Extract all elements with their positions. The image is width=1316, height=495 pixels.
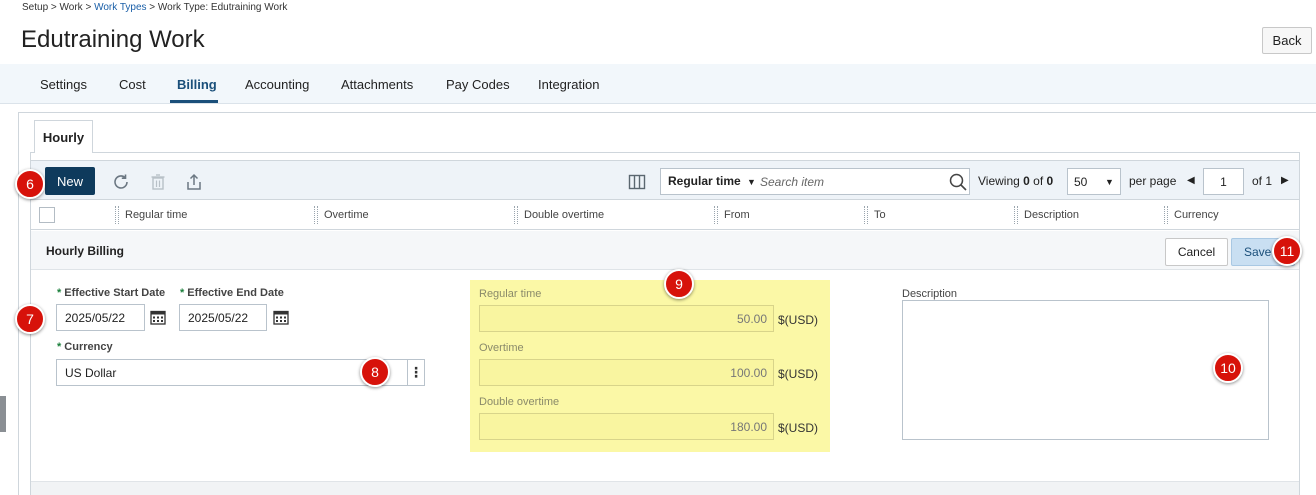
prev-page-icon[interactable]: ◀ [1187, 175, 1195, 186]
regular-time-input[interactable]: 50.00 [479, 305, 774, 332]
viewing-of: of [1029, 174, 1047, 188]
viewing-current: 0 [1023, 174, 1030, 188]
total-pages: of 1 [1252, 174, 1273, 188]
effective-start-label-text: Effective Start Date [64, 287, 166, 299]
columns-icon[interactable] [625, 170, 649, 194]
effective-end-input[interactable]: 2025/05/22 [179, 304, 267, 331]
panel-footer [31, 481, 1299, 495]
delete-icon[interactable] [146, 170, 170, 194]
effective-start-label: * Effective Start Date [57, 287, 165, 299]
column-label: To [874, 209, 886, 221]
column-header-currency[interactable]: Currency [1164, 200, 1219, 230]
double-overtime-unit: $(USD) [778, 421, 819, 435]
viewing-total: 0 [1046, 174, 1054, 188]
required-indicator: * [57, 287, 62, 299]
column-label: Description [1024, 209, 1080, 221]
tab-pay-codes[interactable]: Pay Codes [446, 64, 510, 104]
calendar-icon[interactable] [150, 309, 166, 325]
column-label: Regular time [125, 209, 188, 221]
column-header-to[interactable]: To [864, 200, 886, 230]
search-filter-label: Regular time [668, 174, 741, 188]
form-title: Hourly Billing [46, 244, 124, 258]
tab-accounting[interactable]: Accounting [245, 64, 309, 104]
back-button[interactable]: Back [1262, 27, 1312, 54]
select-all-checkbox[interactable] [39, 207, 55, 223]
required-indicator: * [180, 287, 185, 299]
search-input[interactable]: Search item [760, 175, 824, 189]
breadcrumb-link-work-types[interactable]: Work Types [94, 2, 146, 13]
column-grip[interactable] [1014, 206, 1018, 224]
double-overtime-label: Double overtime [479, 396, 560, 408]
column-grip[interactable] [314, 206, 318, 224]
column-label: Currency [1174, 209, 1219, 221]
search-icon[interactable] [946, 170, 970, 194]
per-page-select[interactable]: 50 ▼ [1067, 168, 1121, 195]
breadcrumb: Setup > Work > Work Types > Work Type: E… [22, 2, 287, 13]
overtime-unit: $(USD) [778, 367, 819, 381]
subtab-hourly[interactable]: Hourly [34, 120, 93, 153]
effective-end-label: * Effective End Date [180, 287, 284, 299]
grid-header [31, 200, 1299, 230]
tab-billing[interactable]: Billing [177, 64, 217, 104]
more-options-icon[interactable]: ⋮ [408, 359, 425, 386]
annotation-marker-11: 11 [1272, 236, 1302, 266]
export-icon[interactable] [182, 170, 206, 194]
column-grip[interactable] [514, 206, 518, 224]
column-grip[interactable] [714, 206, 718, 224]
refresh-icon[interactable] [109, 170, 133, 194]
description-label: Description [902, 288, 958, 300]
page-title: Edutraining Work [21, 26, 205, 53]
next-page-icon[interactable]: ▶ [1281, 175, 1289, 186]
viewing-prefix: Viewing [978, 174, 1024, 188]
per-page-label: per page [1129, 174, 1177, 188]
caret-down-icon: ▼ [1105, 177, 1114, 187]
search-filter-dropdown[interactable]: Regular time ▼ [668, 174, 756, 188]
required-indicator: * [57, 341, 62, 353]
tab-cost[interactable]: Cost [119, 64, 146, 104]
column-header-description[interactable]: Description [1014, 200, 1079, 230]
column-grip[interactable] [115, 206, 119, 224]
active-tab-indicator [170, 100, 218, 103]
overtime-label: Overtime [479, 342, 524, 354]
viewing-count: Viewing 0 of 0 [978, 174, 1053, 188]
new-button[interactable]: New [45, 167, 95, 195]
column-grip[interactable] [864, 206, 868, 224]
column-grip[interactable] [1164, 206, 1168, 224]
column-label: Overtime [324, 209, 369, 221]
annotation-marker-7: 7 [15, 304, 45, 334]
form-header [31, 231, 1299, 270]
cancel-button[interactable]: Cancel [1165, 238, 1228, 266]
annotation-marker-9: 9 [664, 269, 694, 299]
tab-attachments[interactable]: Attachments [341, 64, 413, 104]
annotation-marker-6: 6 [15, 169, 45, 199]
main-tab-bar: Settings Cost Billing Accounting Attachm… [0, 64, 1316, 104]
caret-down-icon: ▼ [747, 177, 756, 187]
annotation-marker-8: 8 [360, 357, 390, 387]
page-number-input[interactable]: 1 [1203, 168, 1244, 195]
column-label: From [724, 209, 750, 221]
overtime-input[interactable]: 100.00 [479, 359, 774, 386]
column-label: Double overtime [524, 209, 605, 221]
calendar-icon[interactable] [273, 309, 289, 325]
tab-integration[interactable]: Integration [538, 64, 599, 104]
effective-end-label-text: Effective End Date [187, 287, 284, 299]
column-header-regular-time[interactable]: Regular time [115, 200, 187, 230]
annotation-marker-10: 10 [1213, 353, 1243, 383]
regular-time-label: Regular time [479, 288, 542, 300]
column-header-overtime[interactable]: Overtime [314, 200, 369, 230]
effective-start-input[interactable]: 2025/05/22 [56, 304, 145, 331]
currency-label: * Currency [57, 341, 113, 353]
column-header-from[interactable]: From [714, 200, 750, 230]
tab-settings[interactable]: Settings [40, 64, 87, 104]
breadcrumb-prefix: Setup > Work > [22, 2, 95, 13]
currency-label-text: Currency [64, 341, 113, 353]
breadcrumb-suffix: > Work Type: Edutraining Work [146, 2, 288, 13]
side-panel-handle[interactable] [0, 396, 6, 432]
per-page-value: 50 [1074, 175, 1088, 189]
column-header-double-overtime[interactable]: Double overtime [514, 200, 604, 230]
currency-input[interactable]: US Dollar [56, 359, 408, 386]
double-overtime-input[interactable]: 180.00 [479, 413, 774, 440]
regular-time-unit: $(USD) [778, 313, 819, 327]
